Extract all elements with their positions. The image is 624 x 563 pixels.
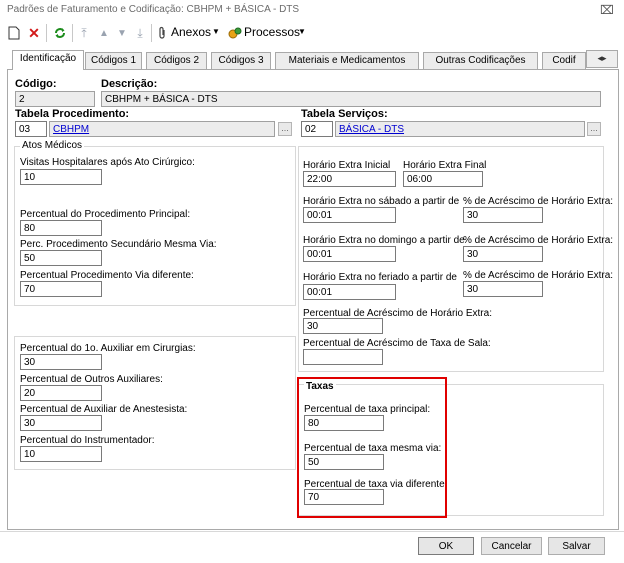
aux1-label: Percentual do 1o. Auxiliar em Cirurgias:	[20, 343, 196, 354]
anexos-menu[interactable]: Anexos	[171, 25, 211, 39]
domingo-label: Horário Extra no domingo a partir de	[303, 235, 465, 246]
sabado-perc-field[interactable]: 30	[463, 207, 543, 223]
tab-identificacao[interactable]: Identificação	[12, 50, 84, 70]
gears-icon	[228, 23, 242, 43]
descricao-field[interactable]: CBHPM + BÁSICA - DTS	[101, 91, 601, 107]
refresh-icon[interactable]	[51, 23, 69, 43]
delete-icon[interactable]: ✕	[26, 23, 42, 43]
descricao-label: Descrição:	[101, 78, 158, 90]
visitas-label: Visitas Hospitalares após Ato Cirúrgico:	[20, 157, 195, 168]
toolbar: ✕ ⤒ ▲ ▼ ⤓ Anexos ▼ Processos ▼	[0, 20, 624, 46]
processos-menu[interactable]: Processos	[244, 25, 300, 39]
perc-principal-label: Percentual do Procedimento Principal:	[20, 209, 191, 220]
outros-auxiliares-field[interactable]: 20	[20, 385, 102, 401]
cancelar-button[interactable]: Cancelar	[481, 537, 542, 555]
tab-codigos-2[interactable]: Códigos 2	[146, 52, 207, 69]
feriado-perc-label: % de Acréscimo de Horário Extra:	[463, 270, 614, 281]
last-record-icon[interactable]: ⤓	[132, 23, 148, 43]
new-document-icon[interactable]	[6, 23, 22, 43]
tabela-servicos-name-field: BÁSICA - DTS	[335, 121, 585, 137]
chevron-down-icon[interactable]: ▼	[212, 27, 220, 36]
outros-auxiliares-label: Percentual de Outros Auxiliares:	[20, 374, 163, 385]
tabela-procedimento-code-field[interactable]: 03	[15, 121, 47, 137]
tabela-servicos-code-field[interactable]: 02	[301, 121, 333, 137]
tabela-servicos-link[interactable]: BÁSICA - DTS	[339, 124, 404, 135]
paperclip-icon	[155, 23, 169, 43]
tab-bar: Identificação Códigos 1 Códigos 2 Código…	[0, 50, 624, 70]
tab-codigos-1[interactable]: Códigos 1	[85, 52, 142, 69]
aux-anestesista-label: Percentual de Auxiliar de Anestesista:	[20, 404, 188, 415]
sabado-field[interactable]: 00:01	[303, 207, 396, 223]
tab-scroll-arrows[interactable]: ◂▸	[586, 50, 618, 68]
tabela-servicos-label: Tabela Serviços:	[301, 108, 388, 120]
feriado-field[interactable]: 00:01	[303, 284, 396, 300]
footer-divider	[0, 531, 624, 532]
domingo-perc-field[interactable]: 30	[463, 246, 543, 262]
tab-outras-codificacoes[interactable]: Outras Codificações	[423, 52, 538, 69]
visitas-field[interactable]: 10	[20, 169, 102, 185]
taxa-sala-label: Percentual de Acréscimo de Taxa de Sala:	[303, 338, 491, 349]
taxa-mesma-via-field[interactable]: 50	[304, 454, 384, 470]
domingo-field[interactable]: 00:01	[303, 246, 396, 262]
perc-principal-field[interactable]: 80	[20, 220, 102, 236]
tabela-servicos-browse-button[interactable]: ...	[587, 122, 601, 136]
window-title: Padrões de Faturamento e Codificação: CB…	[7, 4, 300, 15]
taxas-title: Taxas	[304, 381, 336, 392]
tabela-procedimento-label: Tabela Procedimento:	[15, 108, 130, 120]
perc-via-diferente-label: Percentual Procedimento Via diferente:	[20, 270, 194, 281]
horario-final-label: Horário Extra Final	[403, 160, 487, 171]
feriado-label: Horário Extra no feriado a partir de	[303, 272, 457, 283]
perc-via-diferente-field[interactable]: 70	[20, 281, 102, 297]
aux1-field[interactable]: 30	[20, 354, 102, 370]
title-bar: Padrões de Faturamento e Codificação: CB…	[0, 0, 624, 20]
tabela-procedimento-link[interactable]: CBHPM	[53, 124, 89, 135]
instrumentador-label: Percentual do Instrumentador:	[20, 435, 155, 446]
sabado-label: Horário Extra no sábado a partir de	[303, 196, 460, 207]
atos-medicos-title: Atos Médicos	[20, 140, 85, 151]
acrescimo-horario-field[interactable]: 30	[303, 318, 383, 334]
salvar-button[interactable]: Salvar	[548, 537, 605, 555]
arrow-right-icon[interactable]: ▸	[602, 53, 607, 63]
horario-inicial-field[interactable]: 22:00	[303, 171, 396, 187]
taxa-principal-label: Percentual de taxa principal:	[304, 404, 431, 415]
perc-secundario-label: Perc. Procedimento Secundário Mesma Via:	[20, 239, 217, 250]
chevron-down-icon[interactable]: ▼	[298, 27, 306, 36]
taxa-via-diferente-field[interactable]: 70	[304, 489, 384, 505]
codigo-field[interactable]: 2	[15, 91, 95, 107]
first-record-icon[interactable]: ⤒	[76, 23, 92, 43]
aux-anestesista-field[interactable]: 30	[20, 415, 102, 431]
ok-button[interactable]: OK	[418, 537, 474, 555]
close-icon[interactable]: ⌧	[600, 3, 614, 17]
toolbar-separator	[46, 24, 47, 42]
next-record-icon[interactable]: ▼	[114, 23, 130, 43]
horario-inicial-label: Horário Extra Inicial	[303, 160, 391, 171]
taxa-principal-field[interactable]: 80	[304, 415, 384, 431]
codigo-label: Código:	[15, 78, 57, 90]
instrumentador-field[interactable]: 10	[20, 446, 102, 462]
tabela-procedimento-name-field: CBHPM	[49, 121, 275, 137]
tab-codigos-3[interactable]: Códigos 3	[211, 52, 271, 69]
feriado-perc-field[interactable]: 30	[463, 281, 543, 297]
tabela-procedimento-browse-button[interactable]: ...	[278, 122, 292, 136]
toolbar-separator	[151, 24, 152, 42]
sabado-perc-label: % de Acréscimo de Horário Extra:	[463, 196, 614, 207]
domingo-perc-label: % de Acréscimo de Horário Extra:	[463, 235, 614, 246]
toolbar-separator	[72, 24, 73, 42]
perc-secundario-field[interactable]: 50	[20, 250, 102, 266]
tab-codif[interactable]: Codif	[542, 52, 586, 69]
previous-record-icon[interactable]: ▲	[96, 23, 112, 43]
tab-materiais-medicamentos[interactable]: Materiais e Medicamentos	[275, 52, 419, 69]
taxa-sala-field[interactable]	[303, 349, 383, 365]
taxa-mesma-via-label: Percentual de taxa mesma via:	[304, 443, 442, 454]
horario-final-field[interactable]: 06:00	[403, 171, 483, 187]
